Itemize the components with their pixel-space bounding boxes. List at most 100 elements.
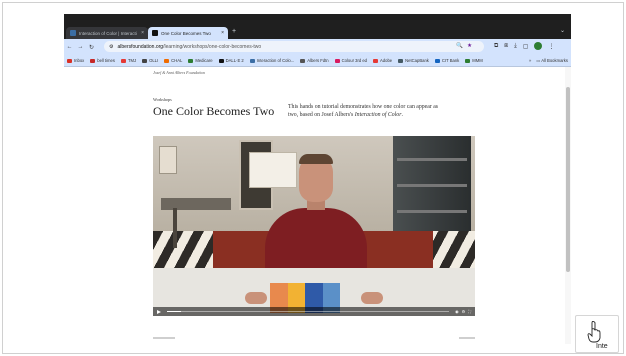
tab-bar: Interaction of Color | Interacti × One C…: [64, 14, 571, 39]
bookmark-icon: [434, 58, 440, 63]
extensions-icon[interactable]: ⧈: [504, 43, 508, 50]
address-path: /learning/workshops/one-color-becomes-tw…: [163, 43, 262, 50]
corner-widget[interactable]: Inte: [575, 315, 619, 353]
bookmark-icon: [373, 58, 379, 63]
profile-avatar[interactable]: [534, 42, 543, 50]
bookmark-item[interactable]: DALL·E 2: [218, 58, 244, 63]
video-shelving: [393, 136, 471, 246]
download-icon[interactable]: ⤓: [514, 43, 517, 50]
tab-label: One Color Becomes Two: [161, 30, 211, 36]
bookmark-icon: [164, 58, 170, 63]
tab-interaction-of-color[interactable]: Interaction of Color | Interacti ×: [66, 27, 148, 39]
page-scrollbar[interactable]: [565, 67, 571, 344]
forward-icon[interactable]: →: [75, 44, 86, 50]
volume-icon[interactable]: ◉: [455, 309, 459, 314]
video-player[interactable]: [153, 136, 475, 316]
bookmark-item[interactable]: MMM: [465, 58, 483, 63]
bookmark-icon: [142, 58, 148, 63]
bookmark-item[interactable]: Albers Fdtn: [300, 58, 329, 63]
intro-text: This hands on tutorial demonstrates how …: [288, 103, 448, 119]
bookmark-label: DALL·E 2: [225, 58, 244, 63]
video-presenter-hand: [245, 292, 267, 304]
corner-widget-label: Inte: [596, 343, 608, 350]
page-title: One Color Becomes Two: [153, 104, 275, 118]
tab-one-color-becomes-two[interactable]: One Color Becomes Two ×: [148, 27, 228, 39]
hand-pointer-icon: [587, 321, 601, 343]
video-progress-bar[interactable]: [167, 311, 450, 312]
bookmark-label: NetCapBank: [405, 58, 429, 63]
zoom-icon[interactable]: 🔍: [456, 43, 463, 49]
video-controls: ◉ ⚙ ⛶: [153, 307, 475, 316]
bookmark-icon: [334, 58, 340, 63]
bookmark-label: CIT Bank: [441, 58, 460, 63]
bookmark-item[interactable]: bell times: [90, 58, 115, 63]
toolbar-actions: ⧉ ⧈ ⤓ ▢ ⋮: [494, 42, 554, 50]
bookmark-label: bell times: [97, 58, 115, 63]
plus-icon[interactable]: +: [232, 27, 236, 37]
bookmark-icon: [67, 58, 72, 63]
bookmark-item[interactable]: NetCapBank: [398, 58, 429, 63]
settings-icon[interactable]: ⚙: [462, 309, 466, 314]
video-window: [159, 146, 177, 174]
close-icon[interactable]: ×: [221, 30, 224, 36]
bookmark-item[interactable]: Colour 3rd ed: [334, 58, 368, 63]
intro-suffix: .: [401, 112, 403, 118]
bookmark-item[interactable]: TMJ: [120, 58, 137, 63]
omnibox-actions: 🔍 ★: [456, 43, 472, 49]
back-icon[interactable]: ←: [64, 44, 75, 50]
bookmark-item[interactable]: Inbox: [67, 58, 84, 63]
video-side-table-leg: [173, 208, 177, 248]
side-panel-icon[interactable]: ▢: [523, 43, 529, 50]
bookmark-item[interactable]: CIT Bank: [434, 58, 460, 63]
chevron-down-icon[interactable]: ⌄: [560, 27, 565, 34]
site-logo[interactable]: Josef & Anni Albers Foundation: [153, 70, 205, 75]
close-icon[interactable]: ×: [141, 30, 144, 36]
page-content: Josef & Anni Albers Foundation Workshops…: [64, 67, 571, 344]
reload-icon[interactable]: ↻: [86, 44, 97, 51]
bookmark-item[interactable]: Adobe: [373, 58, 392, 63]
video-presenter-hair: [299, 154, 333, 164]
bookmark-label: MMM: [472, 58, 483, 63]
menu-icon[interactable]: ⋮: [548, 43, 554, 50]
bookmark-label: Medicare: [195, 58, 213, 63]
scrollbar-thumb[interactable]: [566, 87, 570, 272]
screen: Interaction of Color | Interacti × One C…: [0, 0, 626, 356]
bookmark-label: OLLI: [149, 58, 159, 63]
address-bar[interactable]: ⚙ albersfoundation.org /learning/worksho…: [104, 41, 484, 52]
bookmark-item[interactable]: Medicare: [188, 58, 213, 63]
bookmark-icon: [218, 58, 224, 63]
star-icon[interactable]: ★: [467, 43, 472, 49]
site-info-icon[interactable]: ⚙: [109, 44, 113, 50]
section-eyebrow[interactable]: Workshops: [153, 97, 172, 102]
bookmark-icon: [188, 58, 194, 63]
bookmark-item[interactable]: Interaction of Colo...: [249, 58, 295, 63]
bookmark-item[interactable]: OLLI: [142, 58, 158, 63]
bookmark-icon: [120, 58, 126, 63]
bookmark-label: TMJ: [127, 58, 137, 63]
bookmark-icon: [249, 58, 255, 63]
folder-icon: ▭: [536, 58, 541, 63]
bookmark-icon: [398, 58, 404, 63]
lower-content-right: [459, 337, 475, 339]
bookmark-label: Inbox: [74, 58, 85, 63]
intro-book-title: Interaction of Color: [354, 112, 402, 118]
bookmark-label: CHAL: [171, 58, 183, 63]
bookmark-label: Albers Fdtn: [307, 58, 329, 63]
bookmarks-right: » ▭ All Bookmarks: [529, 58, 568, 63]
play-icon[interactable]: [157, 309, 161, 314]
video-wall-shelf: [249, 152, 297, 188]
tab-label: Interaction of Color | Interacti: [79, 30, 137, 36]
screenshot-icon[interactable]: ⧉: [494, 43, 498, 50]
all-bookmarks-button[interactable]: ▭ All Bookmarks: [536, 58, 568, 63]
video-control-icons: ◉ ⚙ ⛶: [455, 309, 471, 314]
bookmark-icon: [90, 58, 96, 63]
video-side-table: [161, 198, 231, 210]
bookmark-item[interactable]: CHAL: [164, 58, 182, 63]
tab-favicon: [70, 30, 76, 36]
bookmark-label: Interaction of Colo...: [256, 58, 295, 63]
browser-toolbar: ← → ↻ ⚙ albersfoundation.org /learning/w…: [64, 39, 571, 55]
bookmark-label: Colour 3rd ed: [341, 58, 368, 63]
lower-content-left: [153, 337, 175, 339]
fullscreen-icon[interactable]: ⛶: [468, 309, 471, 314]
more-bookmarks-button[interactable]: »: [529, 58, 531, 63]
